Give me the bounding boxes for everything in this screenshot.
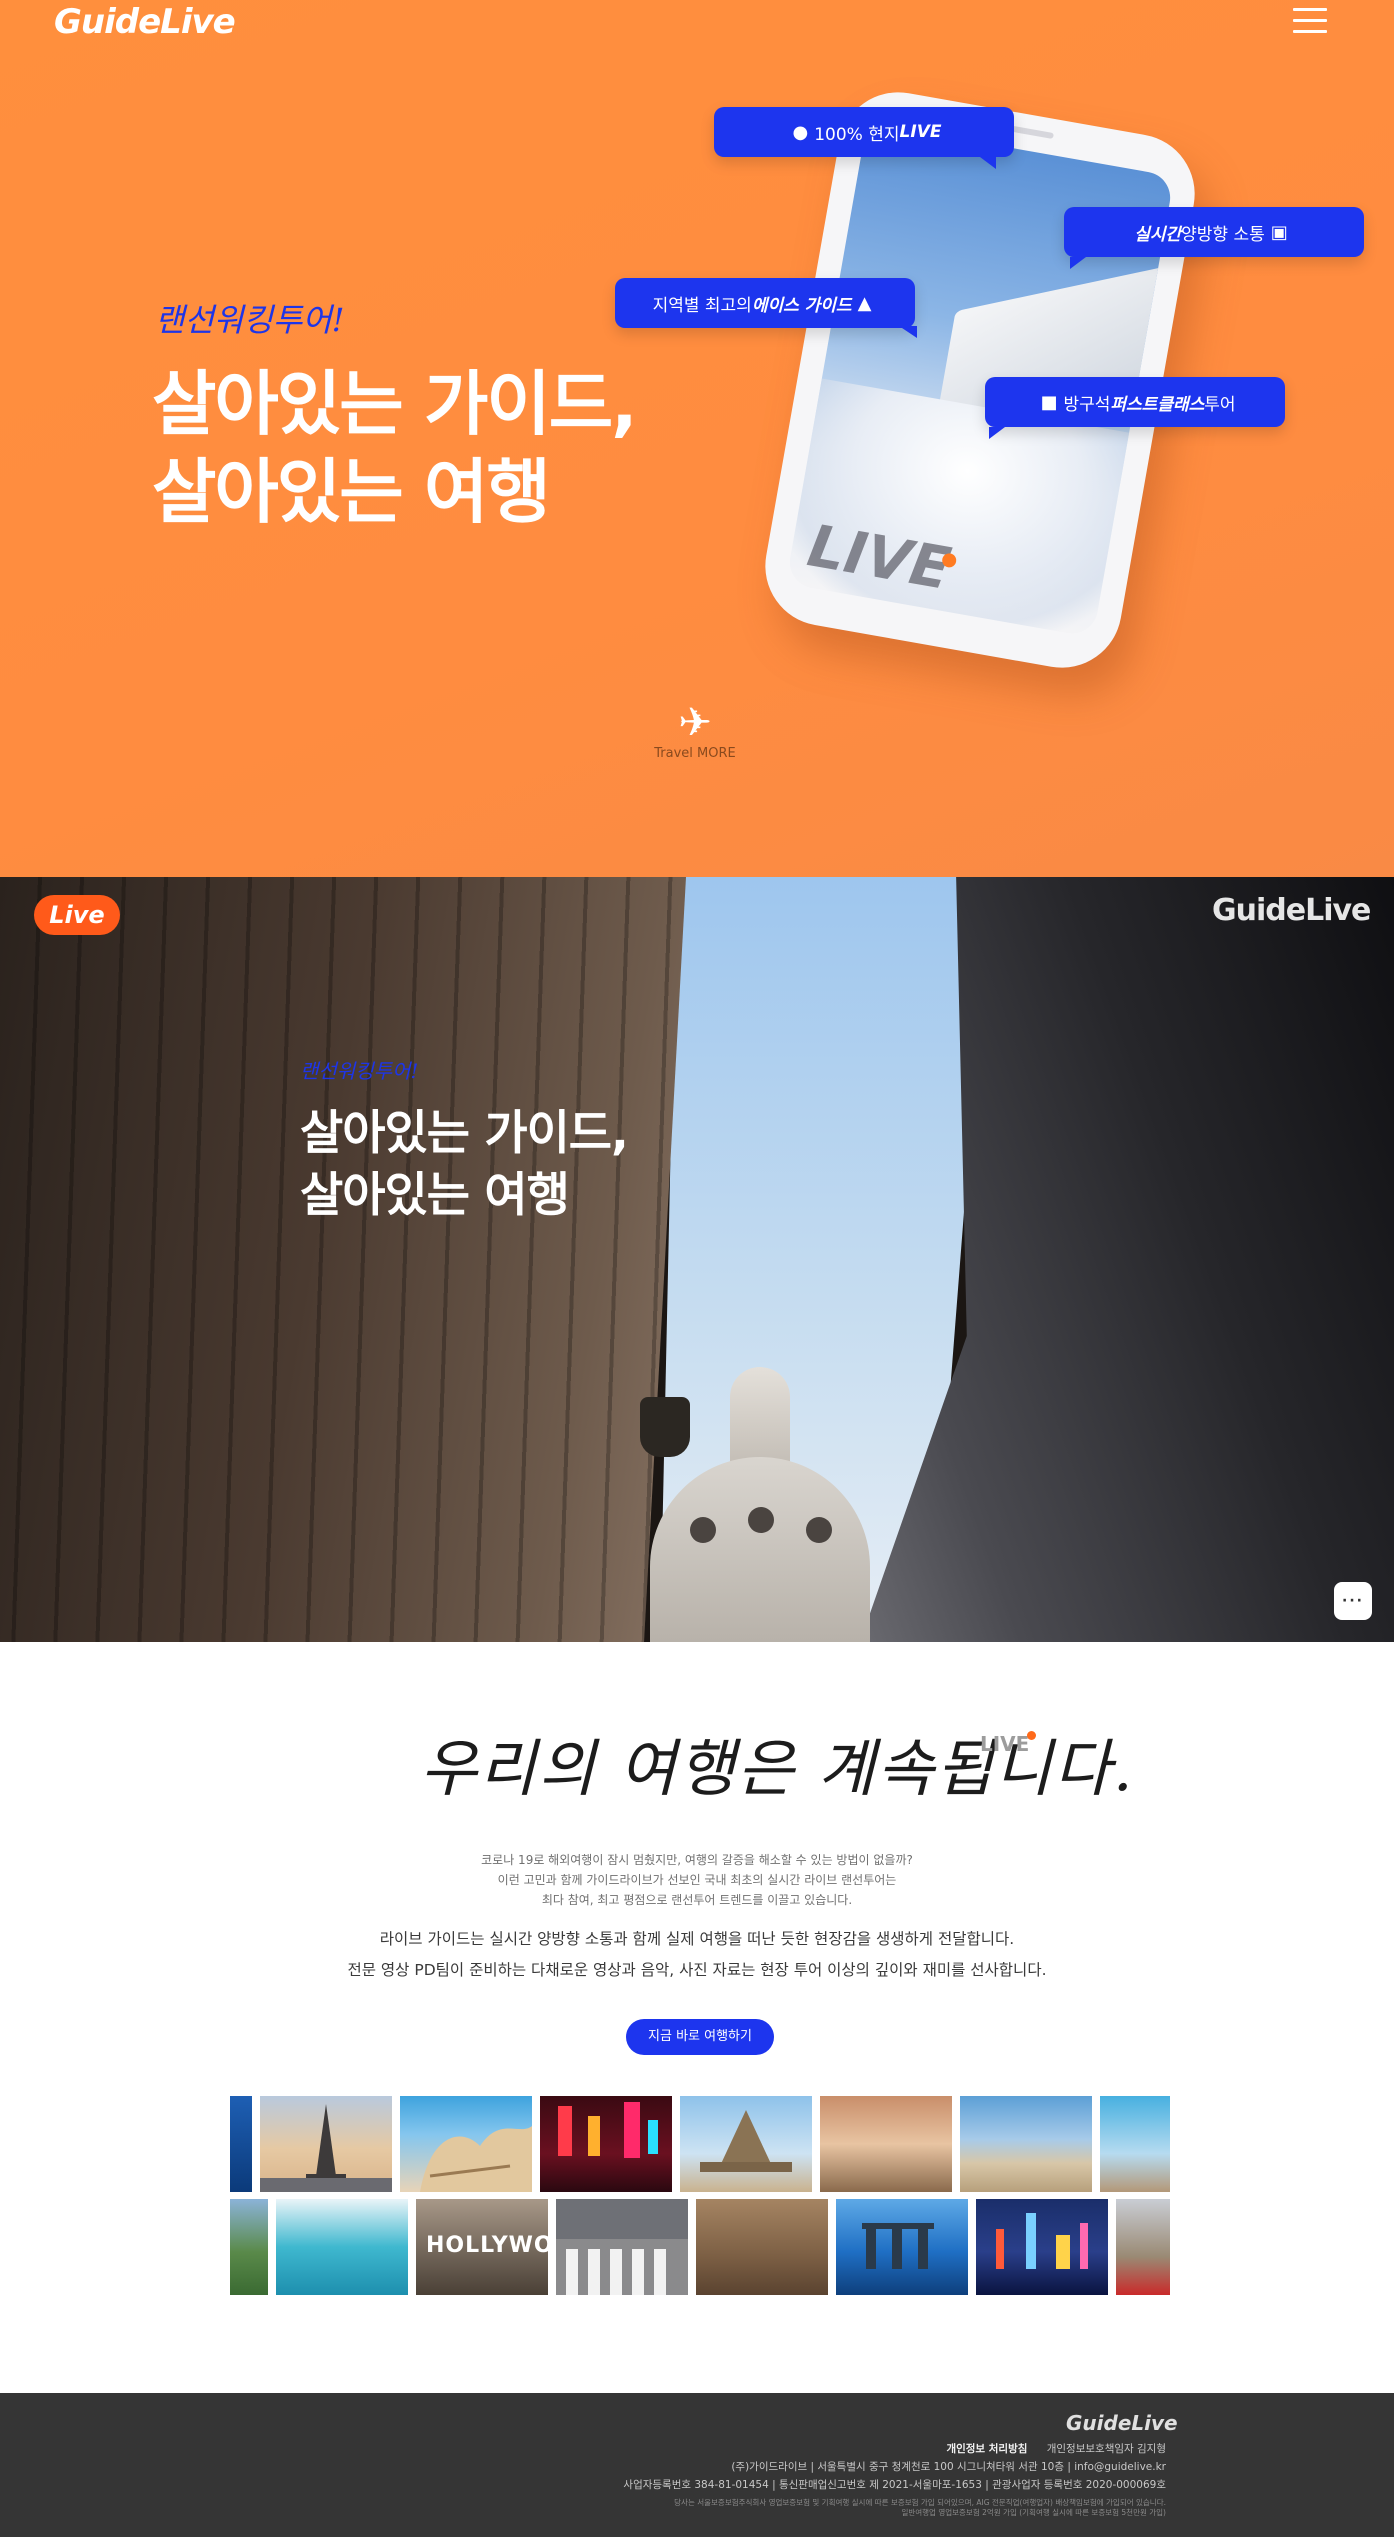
bubble-emphasis: 퍼스트클래스 [1110,394,1205,415]
thumbs-up-icon: ▲ [857,292,872,314]
crosswalk-photo [556,2199,688,2295]
video-subtitle: 랜선워킹투어! [300,1059,419,1083]
intro-main-line: 전문 영상 PD팀이 준비하는 다채로운 영상과 음악, 사진 자료는 현장 투… [347,1961,1047,1979]
gallery-row-1 [230,2096,1170,2192]
mont-saint-michel-photo [680,2096,812,2192]
chinatown-night-photo [540,2096,672,2192]
alley-photo [696,2199,828,2295]
live-badge: Live [34,895,120,935]
intro-small-line: 코로나 19로 해외여행이 잠시 멈췄지만, 여행의 갈증을 해소할 수 있는 … [481,1853,913,1867]
live-dot [1027,1731,1036,1740]
green-hills-photo [230,2199,268,2295]
chat-button[interactable]: ··· [1334,1582,1372,1620]
hero-title-line2: 살아있는 여행 [152,451,551,533]
video-logo: GuideLive [1212,893,1371,928]
footer-registration-info: 사업자등록번호 384-81-01454 | 통신판매업신고번호 제 2021-… [623,2479,1166,2491]
travel-now-button[interactable]: 지금 바로 여행하기 [626,2019,774,2055]
video-title-line2: 살아있는 여행 [300,1168,570,1223]
hero-title: 살아있는 가이드, 살아있는 여행 [152,360,638,536]
intro-main-line: 라이브 가이드는 실시간 양방향 소통과 함께 실제 여행을 떠난 듯한 현장감… [379,1930,1015,1948]
hamburger-icon[interactable] [1293,4,1327,38]
privacy-policy-link[interactable]: 개인정보 처리방침 [946,2443,1027,2455]
hero-subtitle: 랜선워킹투어! [155,301,345,339]
bubble-text: 100% 현지 [814,124,900,145]
footer-insurance-note-2: 일반여행업 영업보증보험 2억원 가입 (기획여행 실시에 따른 보증보험 5천… [901,2508,1166,2517]
hollywood-sign-photo: HOLLYWOOD [416,2199,592,2295]
site-logo[interactable]: GuideLive [54,2,236,42]
video-title-line1: 살아있는 가이드, [300,1106,629,1161]
blue-lagoon-photo [276,2199,408,2295]
feature-bubble-realtime: 실시간 양방향 소통 ▣ [1064,207,1364,269]
night-skyline-photo [976,2199,1108,2295]
chat-icon: ▣ [1270,221,1288,243]
footer-logo: GuideLive [1066,2411,1178,2435]
street-cafe-photo [820,2096,952,2192]
intro-live-mark: LIVE [980,1732,1030,1756]
bubble-emphasis: 실시간 [1134,224,1182,245]
intro-main-text: 라이브 가이드는 실시간 양방향 소통과 함께 실제 여행을 떠난 듯한 현장감… [260,1924,1134,1986]
footer: GuideLive 개인정보 처리방침 개인정보보호책임자 김지형 (주)가이드… [0,2393,1394,2537]
hero-title-line1: 살아있는 가이드, [152,363,638,445]
marina-bay-photo [836,2199,968,2295]
bubble-text: 양방향 소통 [1181,224,1265,245]
airplane-icon: ✈ [678,700,712,746]
feature-bubble-live: ● 100% 현지 LIVE [714,107,1014,169]
bubble-text: 방구석 [1063,394,1111,415]
map-pin-icon: ● [792,121,809,143]
footer-company-info: (주)가이드라이브 | 서울특별시 중구 청계천로 100 시그니쳐타워 서관 … [731,2461,1166,2473]
church-dome [640,1347,880,1642]
feature-bubble-guide: 지역별 최고의 에이스 가이드 ▲ [615,278,917,338]
bubble-text: 투어 [1204,394,1236,415]
travel-more-indicator[interactable]: ✈ Travel MORE [640,700,750,761]
street-lamp [640,1397,690,1457]
intro-small-line: 이런 고민과 함께 가이드라이브가 선보인 국내 최초의 실시간 라이브 랜선투… [497,1873,897,1887]
privacy-officer: 개인정보보호책임자 김지형 [1046,2443,1166,2455]
gallery-row-2: HOLLYWOOD [230,2199,1170,2295]
bubble-emphasis: 에이스 가이드 [751,295,852,316]
travel-more-label: Travel MORE [654,746,736,761]
intro-small-line: 최다 참여, 최고 평점으로 랜선투어 트렌드를 이끌고 있습니다. [541,1893,853,1907]
video-section: Live GuideLive 랜선워킹투어! 살아있는 가이드, 살아있는 여행… [0,877,1394,1642]
footer-privacy-line: 개인정보 처리방침 개인정보보호책임자 김지형 [946,2441,1166,2456]
bubble-emphasis: LIVE [899,122,942,142]
seat-icon: ■ [1040,391,1058,413]
feature-bubble-firstclass: ■ 방구석 퍼스트클래스 투어 [985,377,1285,439]
city-sky-photo [1100,2096,1170,2192]
video-title: 살아있는 가이드, 살아있는 여행 [300,1103,629,1227]
bubble-text: 지역별 최고의 [652,295,752,316]
hero-section: GuideLive 랜선워킹투어! 살아있는 가이드, 살아있는 여행 LIVE… [0,0,1394,877]
left-building-texture [0,877,686,1642]
gaudi-building-photo [400,2096,532,2192]
eiffel-tower-photo [260,2096,392,2192]
ocean-photo [230,2096,252,2192]
intro-small-text: 코로나 19로 해외여행이 잠시 멈췄지만, 여행의 갈증을 해소할 수 있는 … [300,1850,1094,1910]
palace-photo [960,2096,1092,2192]
london-photo [1116,2199,1170,2295]
